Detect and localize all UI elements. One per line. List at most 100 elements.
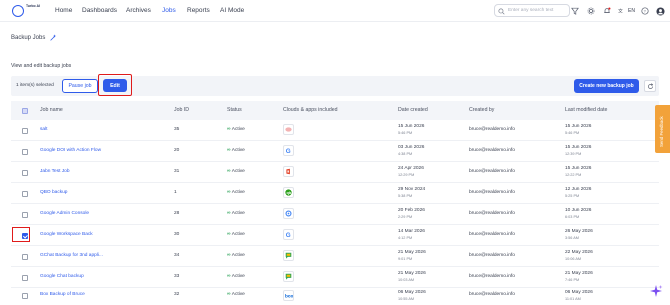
row-checkbox[interactable] xyxy=(22,191,28,197)
row-checkbox[interactable] xyxy=(22,275,28,281)
translate-icon[interactable]: 文 xyxy=(617,6,627,16)
page-title: Backup Jobs xyxy=(11,35,46,41)
pause-job-button[interactable]: Pause job xyxy=(62,79,98,93)
column-header-date-created[interactable]: Date created xyxy=(398,107,428,113)
row-checkbox[interactable] xyxy=(22,149,28,155)
job-name-link[interactable]: Google Chat backup xyxy=(40,274,84,279)
modified-time: 10:06 AM xyxy=(565,257,582,261)
created-by: bruce@realdemo.info xyxy=(469,127,515,132)
table-row[interactable]: QBO backup 1 Active qb 29 Nov 2024 5:38 … xyxy=(11,183,659,204)
table-row[interactable]: GChat Backup for 3nd appli... 34 Active … xyxy=(11,246,659,267)
date-created: 21 May 2026 xyxy=(398,250,426,255)
modified-time: 6:03 PM xyxy=(565,215,580,219)
job-name-link[interactable]: Jabn Test Job xyxy=(40,169,70,174)
modified-time: 5:46 PM xyxy=(565,131,580,135)
logo-mark-icon xyxy=(12,5,24,17)
notification-bell-icon[interactable] xyxy=(602,6,612,16)
time-created: 5:46 PM xyxy=(398,131,413,135)
modified-date: 12 Jun 2026 xyxy=(565,187,592,192)
nav-jobs[interactable]: Jobs xyxy=(162,7,176,14)
job-id: 34 xyxy=(174,253,180,258)
job-id: 32 xyxy=(174,292,180,297)
column-header-last-modified[interactable]: Last modified date xyxy=(565,107,607,113)
svg-text:G: G xyxy=(286,148,291,154)
row-checkbox[interactable] xyxy=(22,293,28,299)
column-header-apps[interactable]: Clouds & apps included xyxy=(283,107,338,113)
selection-toolbar: 1 item(s) selected Pause job Edit Create… xyxy=(11,74,659,96)
svg-text:文: 文 xyxy=(618,8,623,15)
user-avatar-icon[interactable] xyxy=(655,6,665,16)
nav-dashboards[interactable]: Dashboards xyxy=(82,7,117,14)
modified-time: 11:01 AM xyxy=(565,297,581,301)
job-name-link[interactable]: Google Admin Console xyxy=(40,211,89,216)
settings-gear-icon[interactable] xyxy=(586,6,596,16)
job-name-link[interactable]: GChat Backup for 3nd appli... xyxy=(40,253,103,258)
language-label[interactable]: EN xyxy=(628,8,635,14)
created-by: bruce@realdemo.info xyxy=(469,190,515,195)
row-checkbox[interactable] xyxy=(22,254,28,260)
table-row[interactable]: Jabn Test Job 31 Active 24 Apr 2026 12:2… xyxy=(11,162,659,183)
job-name-link[interactable]: Google Workspace Back xyxy=(40,232,93,237)
google-icon: G xyxy=(283,145,294,156)
modified-date: 15 Jun 2026 xyxy=(565,166,592,171)
job-id: 28 xyxy=(174,211,180,216)
status-badge: Active xyxy=(227,127,245,132)
row-checkbox[interactable] xyxy=(22,212,28,218)
create-backup-job-button[interactable]: Create new backup job xyxy=(574,79,639,93)
search-input[interactable]: Enter any search text xyxy=(494,4,570,17)
status-badge: Active xyxy=(227,232,245,237)
help-icon[interactable]: ? xyxy=(640,6,650,16)
date-created: 14 Mar 2026 xyxy=(398,229,425,234)
time-created: 12:29 PM xyxy=(398,173,415,177)
status-badge: Active xyxy=(227,274,245,279)
table-row[interactable]: Google DOI with Action Flow 20 Active G … xyxy=(11,141,659,162)
created-by: bruce@realdemo.info xyxy=(469,169,515,174)
column-header-created-by[interactable]: Created by xyxy=(469,107,494,113)
nav-home[interactable]: Home xyxy=(55,7,72,14)
modified-date: 21 May 2026 xyxy=(565,271,593,276)
box-icon: box xyxy=(283,290,294,301)
time-created: 5:38 PM xyxy=(398,194,413,198)
select-all-checkbox[interactable] xyxy=(22,108,28,114)
column-header-status[interactable]: Status xyxy=(227,107,242,113)
selection-count: 1 item(s) selected xyxy=(16,83,54,88)
svg-text:G: G xyxy=(286,232,291,238)
row-checkbox[interactable] xyxy=(22,170,28,176)
logo[interactable]: Turbo AI xyxy=(12,4,40,18)
job-name-link[interactable]: salt xyxy=(40,127,47,132)
job-name-link[interactable]: Box Backup of Bruce xyxy=(40,292,85,297)
table-row[interactable]: Box Backup of Bruce 32 Active box 06 May… xyxy=(11,288,659,305)
job-id: 31 xyxy=(174,169,180,174)
refresh-button[interactable] xyxy=(644,80,656,92)
send-feedback-tab[interactable]: Send Feedback xyxy=(655,105,670,153)
nav-ai-mode[interactable]: AI Mode xyxy=(220,7,244,14)
modified-time: 3:56 AM xyxy=(565,236,579,240)
date-created: 20 Feb 2026 xyxy=(398,208,425,213)
column-header-job-id[interactable]: Job ID xyxy=(174,107,189,113)
svg-text:qb: qb xyxy=(287,191,292,195)
office-icon xyxy=(283,166,294,177)
status-badge: Active xyxy=(227,190,245,195)
table-row[interactable]: Google Workspace Back 30 Active G 14 Mar… xyxy=(11,225,659,246)
job-id: 1 xyxy=(174,190,177,195)
table-row[interactable]: salt 35 Active 15 Jun 2026 5:46 PM bruce… xyxy=(11,120,659,141)
modified-time: 7:46 PM xyxy=(565,278,580,282)
modified-date: 15 Jun 2026 xyxy=(565,145,592,150)
column-header-job-name[interactable]: Job name xyxy=(40,107,63,113)
job-name-link[interactable]: QBO backup xyxy=(40,190,67,195)
table-row[interactable]: Google Admin Console 28 Active 20 Feb 20… xyxy=(11,204,659,225)
time-created: 10:03 AM xyxy=(398,278,415,282)
time-created: 4:38 PM xyxy=(398,152,413,156)
send-feedback-label: Send Feedback xyxy=(659,116,664,147)
nav-reports[interactable]: Reports xyxy=(187,7,210,14)
row-checkbox[interactable] xyxy=(22,128,28,134)
created-by: bruce@realdemo.info xyxy=(469,232,515,237)
filter-icon[interactable] xyxy=(570,6,580,16)
edit-button[interactable]: Edit xyxy=(103,79,127,92)
job-name-link[interactable]: Google DOI with Action Flow xyxy=(40,148,101,153)
sparkle-assistant-icon[interactable] xyxy=(649,284,663,298)
status-badge: Active xyxy=(227,148,245,153)
magic-wand-icon[interactable] xyxy=(49,34,57,42)
nav-archives[interactable]: Archives xyxy=(126,7,151,14)
table-row[interactable]: Google Chat backup 33 Active 21 May 2026… xyxy=(11,267,659,288)
